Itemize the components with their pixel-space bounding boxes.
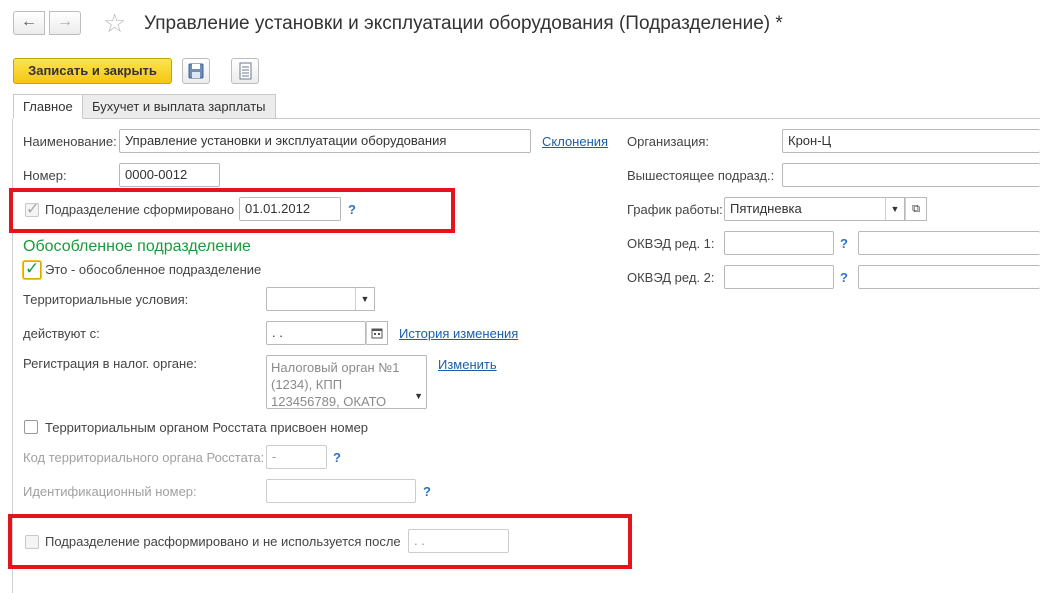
okved1-name-field[interactable] — [858, 231, 1040, 255]
okved1-help-icon[interactable]: ? — [840, 236, 848, 251]
checkmark-icon: ✓ — [26, 201, 40, 218]
tab-accounting-payroll[interactable]: Бухучет и выплата зарплаты — [82, 94, 276, 119]
schedule-field[interactable]: Пятидневка — [724, 197, 886, 221]
favorite-star-icon[interactable]: ☆ — [103, 8, 126, 38]
tab-main[interactable]: Главное — [13, 94, 83, 119]
calendar-icon — [371, 328, 383, 339]
separate-section-title: Обособленное подразделение — [23, 238, 251, 255]
name-label: Наименование: — [23, 134, 117, 149]
back-button[interactable]: ← — [13, 11, 45, 35]
number-field[interactable]: 0000-0012 — [119, 163, 220, 187]
disbanded-date-field[interactable]: . . — [408, 529, 509, 553]
page-title: Управление установки и эксплуатации обор… — [144, 13, 783, 34]
okved2-field[interactable] — [724, 265, 834, 289]
tax-reg-field[interactable]: Налоговый орган №1 (1234), КПП 123456789… — [266, 355, 427, 409]
okved1-field[interactable] — [724, 231, 834, 255]
rosstat-code-field[interactable]: - — [266, 445, 327, 469]
organization-field[interactable]: Крон-Ц — [782, 129, 1040, 153]
okved1-label: ОКВЭД ред. 1: — [627, 236, 715, 251]
floppy-disk-icon — [188, 63, 204, 79]
okved2-label: ОКВЭД ред. 2: — [627, 270, 715, 285]
rosstat-checkbox[interactable] — [24, 420, 38, 434]
dropdown-arrow-icon[interactable]: ▼ — [414, 388, 423, 405]
change-link[interactable]: Изменить — [438, 357, 497, 372]
parent-unit-field[interactable] — [782, 163, 1040, 187]
rosstat-code-help-icon[interactable]: ? — [333, 450, 341, 465]
effective-from-label: действуют с: — [23, 326, 100, 341]
history-link[interactable]: История изменения — [399, 326, 518, 341]
territorial-dropdown-button[interactable]: ▼ — [355, 287, 375, 311]
schedule-open-button[interactable]: ⧉ — [905, 197, 927, 221]
okved2-name-field[interactable] — [858, 265, 1040, 289]
territorial-field[interactable] — [266, 287, 356, 311]
rosstat-code-label: Код территориального органа Росстата: — [23, 450, 265, 465]
number-label: Номер: — [23, 168, 67, 183]
id-number-help-icon[interactable]: ? — [423, 484, 431, 499]
tax-reg-value: Налоговый орган №1 (1234), КПП 123456789… — [271, 360, 400, 409]
save-and-close-button[interactable]: Записать и закрыть — [13, 58, 172, 84]
id-number-label: Идентификационный номер: — [23, 484, 197, 499]
tax-reg-label: Регистрация в налог. органе: — [23, 356, 198, 371]
schedule-dropdown-button[interactable]: ▼ — [885, 197, 905, 221]
formed-date-field[interactable]: 01.01.2012 — [239, 197, 341, 221]
arrow-left-icon: ← — [21, 13, 37, 30]
disbanded-label: Подразделение расформировано и не исполь… — [45, 534, 401, 549]
disbanded-checkbox[interactable] — [25, 535, 39, 549]
formed-help-icon[interactable]: ? — [348, 202, 356, 217]
separate-checkbox-label: Это - обособленное подразделение — [45, 262, 262, 277]
formed-label: Подразделение сформировано — [45, 202, 235, 217]
calendar-button[interactable] — [366, 321, 388, 345]
checkmark-icon: ✓ — [25, 259, 40, 278]
territorial-label: Территориальные условия: — [23, 292, 189, 307]
arrow-right-icon: → — [57, 13, 73, 30]
parent-unit-label: Вышестоящее подразд.: — [627, 168, 775, 183]
rosstat-checkbox-label: Территориальным органом Росстата присвое… — [45, 420, 369, 435]
open-copy-icon: ⧉ — [912, 203, 920, 215]
forward-button[interactable]: → — [49, 11, 81, 35]
dropdown-arrow-icon: ▼ — [890, 204, 900, 214]
okved2-help-icon[interactable]: ? — [840, 270, 848, 285]
declensions-link[interactable]: Склонения — [542, 134, 608, 149]
document-list-icon — [239, 62, 252, 80]
dropdown-arrow-icon: ▼ — [360, 294, 370, 304]
schedule-label: График работы: — [627, 202, 723, 217]
report-button[interactable] — [231, 58, 259, 84]
id-number-field[interactable] — [266, 479, 416, 503]
organization-label: Организация: — [627, 134, 710, 149]
save-button[interactable] — [182, 58, 210, 84]
effective-from-field[interactable]: . . — [266, 321, 366, 345]
name-field[interactable]: Управление установки и эксплуатации обор… — [119, 129, 531, 153]
